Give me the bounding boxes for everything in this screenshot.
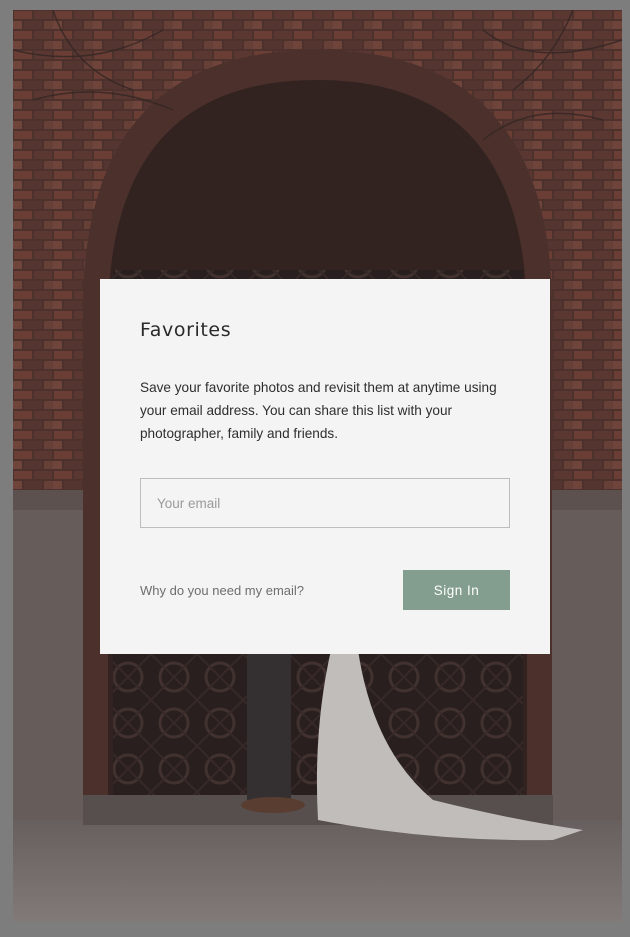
favorites-modal: Favorites Save your favorite photos and … xyxy=(100,279,550,654)
modal-title: Favorites xyxy=(140,319,232,341)
email-field[interactable] xyxy=(140,478,510,528)
why-email-link[interactable]: Why do you need my email? xyxy=(140,583,304,598)
page: Favorites Save your favorite photos and … xyxy=(0,0,630,937)
modal-description: Save your favorite photos and revisit th… xyxy=(140,380,497,441)
sign-in-button[interactable]: Sign In xyxy=(403,570,510,610)
